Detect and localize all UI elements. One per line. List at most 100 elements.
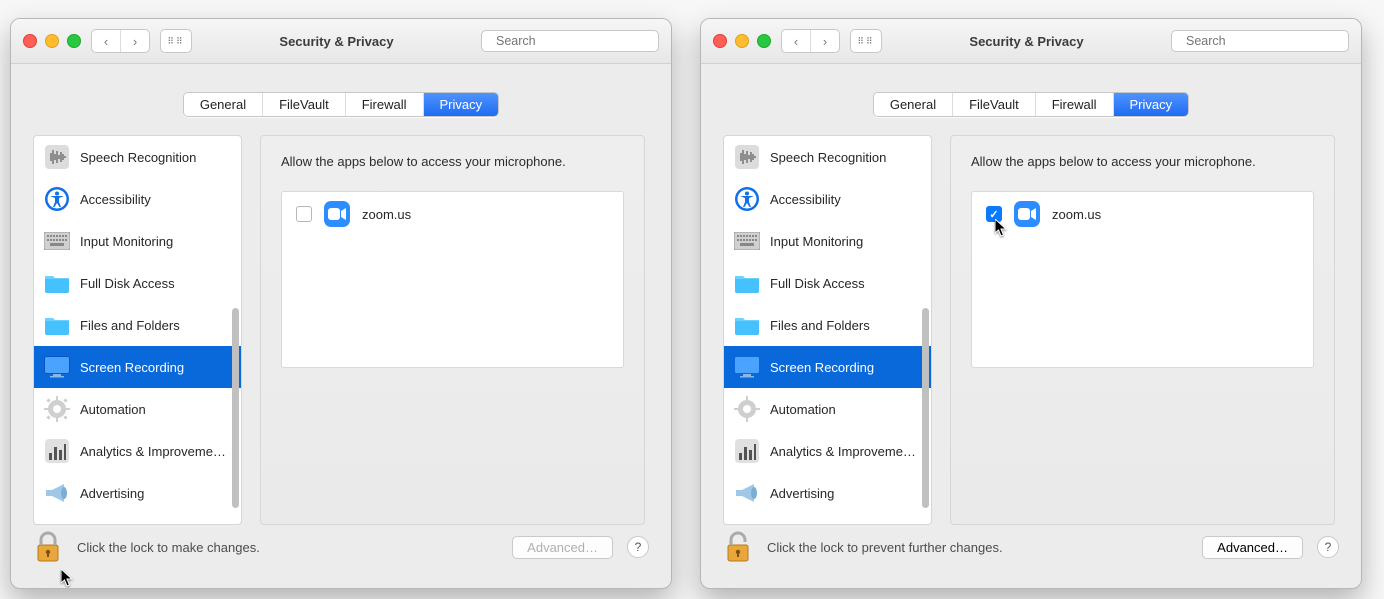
tab-filevault[interactable]: FileVault [953,93,1036,116]
folder-icon [734,270,760,296]
tab-bar: General FileVault Firewall Privacy [701,64,1361,135]
megaphone-icon [44,480,70,506]
tab-general[interactable]: General [184,93,263,116]
zoom-icon[interactable] [67,34,81,48]
traffic-lights [23,34,81,48]
sidebar-item-label: Accessibility [80,192,151,207]
app-allow-list: zoom.us [281,191,624,368]
sidebar-item-full-disk-access[interactable]: Full Disk Access [34,262,241,304]
tab-privacy[interactable]: Privacy [1114,93,1189,116]
bar-chart-icon [734,438,760,464]
sidebar-item-label: Analytics & Improveme… [770,444,916,459]
search-field[interactable] [481,30,659,52]
help-button[interactable]: ? [1317,536,1339,558]
sidebar-item-accessibility[interactable]: Accessibility [34,178,241,220]
prefs-window-unlocked: ‹ › ⠿⠿ Security & Privacy General FileVa… [700,18,1362,589]
sidebar-item-label: Full Disk Access [80,276,175,291]
bar-chart-icon [44,438,70,464]
sidebar-item-label: Screen Recording [770,360,874,375]
advanced-button[interactable]: Advanced… [1202,536,1303,559]
sidebar-item-automation[interactable]: Automation [34,388,241,430]
nav-buttons: ‹ › [781,29,840,53]
lock-button[interactable] [723,530,753,564]
sidebar-item-accessibility[interactable]: Accessibility [724,178,931,220]
app-row: zoom.us [972,192,1313,236]
sidebar-item-label: Full Disk Access [770,276,865,291]
show-all-button[interactable]: ⠿⠿ [160,29,192,53]
tab-firewall[interactable]: Firewall [346,93,424,116]
zoom-icon[interactable] [757,34,771,48]
close-icon[interactable] [23,34,37,48]
sidebar-item-input-monitoring[interactable]: Input Monitoring [724,220,931,262]
show-all-button[interactable]: ⠿⠿ [850,29,882,53]
keyboard-icon [44,228,70,254]
tab-firewall[interactable]: Firewall [1036,93,1114,116]
sidebar-item-speech-recognition[interactable]: Speech Recognition [34,136,241,178]
sidebar-item-label: Input Monitoring [770,234,863,249]
window-title: Security & Privacy [892,34,1161,49]
app-name: zoom.us [362,207,411,222]
search-field[interactable] [1171,30,1349,52]
privacy-sidebar: Speech Recognition Accessibility Input M… [33,135,242,525]
window-title: Security & Privacy [202,34,471,49]
minimize-icon[interactable] [735,34,749,48]
search-input[interactable] [496,34,657,48]
sidebar-item-files-and-folders[interactable]: Files and Folders [34,304,241,346]
gear-icon [734,396,760,422]
advanced-button: Advanced… [512,536,613,559]
footer: Click the lock to prevent further change… [701,516,1361,588]
sidebar-item-analytics[interactable]: Analytics & Improveme… [724,430,931,472]
sidebar-item-label: Files and Folders [770,318,870,333]
lock-button[interactable] [33,530,63,564]
sidebar-item-screen-recording[interactable]: Screen Recording [34,346,241,388]
forward-button[interactable]: › [120,30,149,52]
back-button[interactable]: ‹ [92,30,120,52]
close-icon[interactable] [713,34,727,48]
forward-button[interactable]: › [810,30,839,52]
accessibility-icon [734,186,760,212]
sidebar-item-advertising[interactable]: Advertising [34,472,241,514]
tab-privacy[interactable]: Privacy [424,93,499,116]
zoom-app-icon [1014,201,1040,227]
sidebar-item-input-monitoring[interactable]: Input Monitoring [34,220,241,262]
traffic-lights [713,34,771,48]
scrollbar-thumb[interactable] [922,308,929,508]
display-icon [734,354,760,380]
tab-general[interactable]: General [874,93,953,116]
minimize-icon[interactable] [45,34,59,48]
display-icon [44,354,70,380]
help-button[interactable]: ? [627,536,649,558]
sidebar-item-speech-recognition[interactable]: Speech Recognition [724,136,931,178]
sidebar-item-advertising[interactable]: Advertising [724,472,931,514]
sidebar-item-screen-recording[interactable]: Screen Recording [724,346,931,388]
keyboard-icon [734,228,760,254]
sidebar-item-label: Input Monitoring [80,234,173,249]
allow-checkbox[interactable] [296,206,312,222]
footer: Click the lock to make changes. Advanced… [11,516,671,588]
waveform-icon [734,144,760,170]
detail-panel: Allow the apps below to access your micr… [260,135,645,525]
sidebar-item-label: Speech Recognition [80,150,196,165]
app-name: zoom.us [1052,207,1101,222]
app-row: zoom.us [282,192,623,236]
back-button[interactable]: ‹ [782,30,810,52]
nav-buttons: ‹ › [91,29,150,53]
accessibility-icon [44,186,70,212]
titlebar: ‹ › ⠿⠿ Security & Privacy [11,19,671,64]
lock-message: Click the lock to prevent further change… [767,540,1003,555]
sidebar-item-files-and-folders[interactable]: Files and Folders [724,304,931,346]
allow-checkbox[interactable] [986,206,1002,222]
sidebar-item-label: Analytics & Improveme… [80,444,226,459]
sidebar-item-automation[interactable]: Automation [724,388,931,430]
tab-filevault[interactable]: FileVault [263,93,346,116]
scrollbar-thumb[interactable] [232,308,239,508]
sidebar-item-label: Automation [770,402,836,417]
megaphone-icon [734,480,760,506]
folder-icon [44,270,70,296]
search-input[interactable] [1186,34,1347,48]
tab-bar: General FileVault Firewall Privacy [11,64,671,135]
folder-icon [734,312,760,338]
sidebar-item-analytics[interactable]: Analytics & Improveme… [34,430,241,472]
sidebar-item-full-disk-access[interactable]: Full Disk Access [724,262,931,304]
prefs-window-locked: ‹ › ⠿⠿ Security & Privacy General FileVa… [10,18,672,589]
